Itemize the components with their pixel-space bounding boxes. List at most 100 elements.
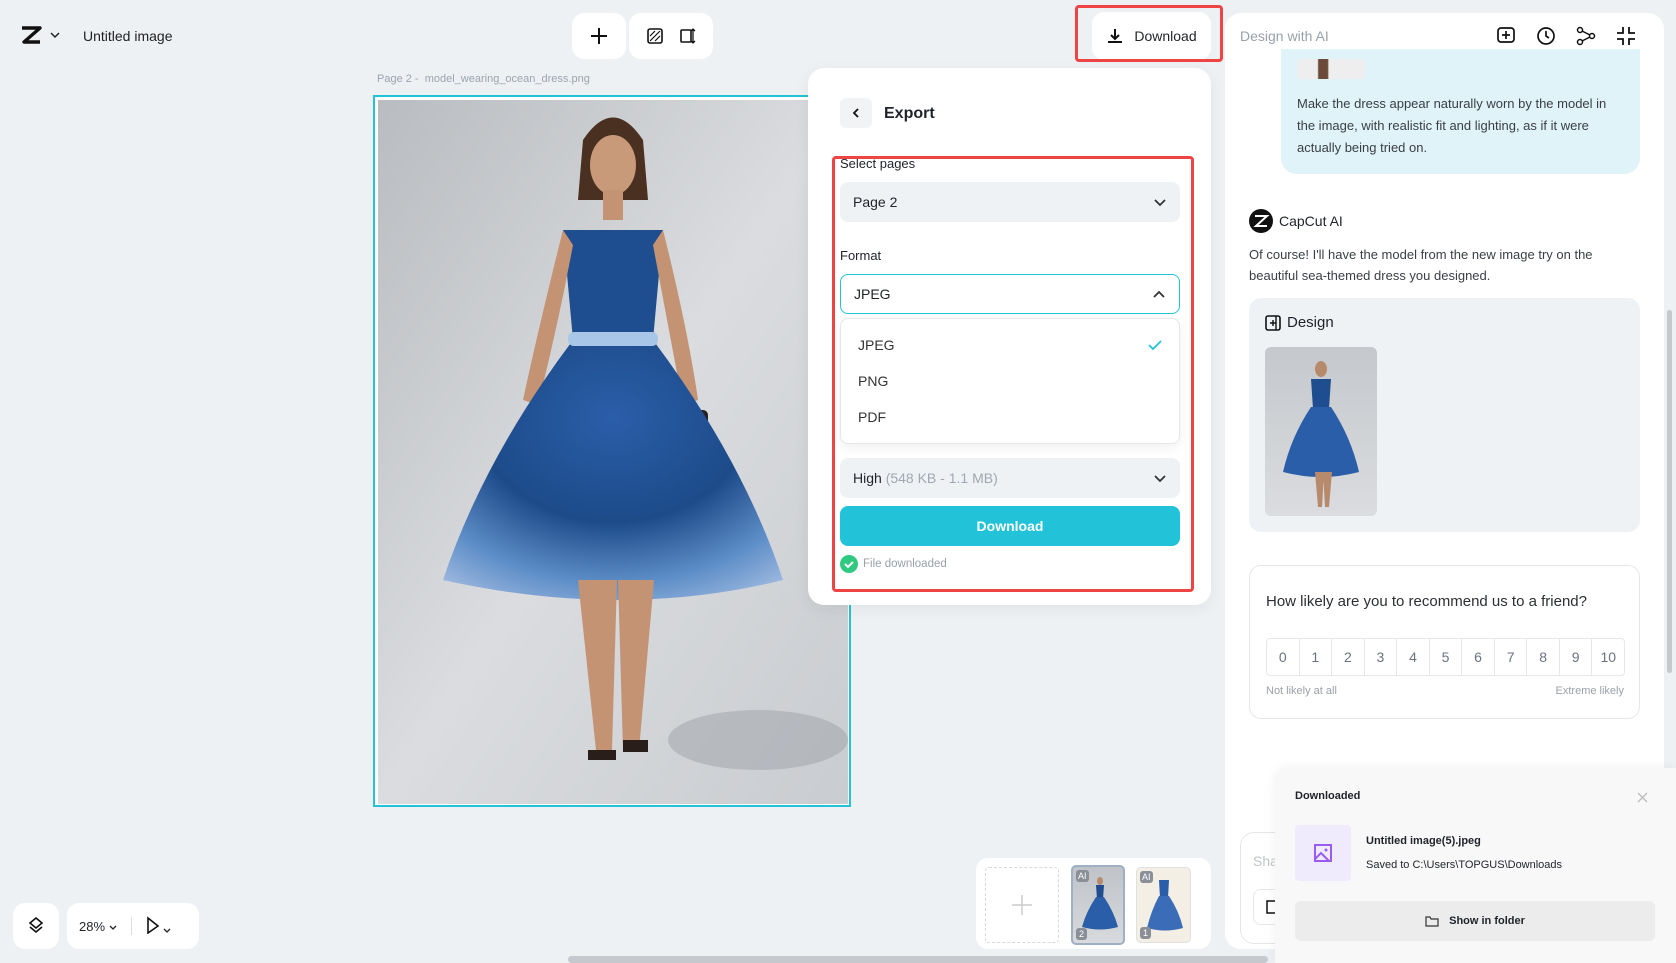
quality-value: High [853, 470, 882, 486]
close-icon[interactable] [1637, 792, 1648, 803]
rating-option-6[interactable]: 6 [1462, 639, 1495, 675]
rating-option-7[interactable]: 7 [1495, 639, 1528, 675]
quality-size: (548 KB - 1.1 MB) [886, 470, 998, 486]
show-in-folder-button[interactable]: Show in folder [1295, 901, 1655, 941]
file-image-icon [1295, 825, 1351, 881]
toast-file-name: Untitled image(5).jpeg [1366, 835, 1481, 847]
download-toast: Downloaded Untitled image(5).jpeg Saved … [1275, 768, 1676, 963]
capcut-avatar-icon [1249, 209, 1273, 233]
format-label: Format [840, 248, 881, 263]
select-pages-dropdown[interactable]: Page 2 [840, 182, 1180, 222]
document-title[interactable]: Untitled image [83, 28, 173, 44]
rating-option-10[interactable]: 10 [1592, 639, 1624, 675]
add-button[interactable] [572, 13, 626, 59]
divider [131, 917, 132, 935]
status-text: File downloaded [863, 558, 947, 570]
chevron-down-icon [1153, 198, 1167, 207]
toast-title: Downloaded [1295, 790, 1360, 802]
rating-option-0[interactable]: 0 [1267, 639, 1300, 675]
layers-button[interactable] [13, 903, 59, 949]
pointer-tool-dropdown[interactable] [146, 916, 172, 937]
history-icon[interactable] [1536, 26, 1556, 46]
page-number-badge: 1 [1140, 927, 1151, 939]
page-thumb-2[interactable]: AI 2 [1071, 865, 1125, 945]
page-number: Page 2 - [377, 73, 419, 85]
rating-low-label: Not likely at all [1266, 685, 1337, 697]
rating-option-8[interactable]: 8 [1527, 639, 1560, 675]
capcut-logo-icon [20, 26, 42, 44]
design-icon [1265, 315, 1281, 331]
zoom-dropdown[interactable]: 28% [79, 919, 117, 934]
chevron-up-icon [1152, 290, 1166, 299]
toast-saved-path: Saved to C:\Users\TOPGUS\Downloads [1366, 859, 1562, 871]
canvas-image[interactable] [373, 95, 851, 807]
zoom-controls: 28% [67, 903, 199, 949]
select-pages-value: Page 2 [853, 194, 897, 210]
plus-icon [590, 27, 608, 45]
new-chat-icon[interactable] [1496, 26, 1516, 46]
background-icon[interactable] [646, 27, 664, 45]
check-icon [1148, 340, 1162, 350]
add-page-button[interactable] [985, 867, 1059, 943]
attached-image-thumb [1297, 59, 1365, 79]
design-header: Design [1265, 314, 1334, 331]
rating-high-label: Extreme likely [1556, 685, 1624, 697]
format-option-jpeg[interactable]: JPEG [841, 327, 1179, 363]
ai-badge: AI [1076, 870, 1089, 882]
zoom-value: 28% [79, 919, 105, 934]
export-download-button[interactable]: Download [840, 506, 1180, 546]
format-option-pdf[interactable]: PDF [841, 399, 1179, 435]
option-label: PNG [858, 373, 888, 389]
canvas-tools [629, 13, 713, 59]
export-title: Export [884, 105, 935, 123]
plus-icon [1011, 894, 1033, 916]
page-thumb-1[interactable]: AI 1 [1136, 867, 1191, 943]
page-label: Page 2 - model_wearing_ocean_dress.png [377, 73, 590, 85]
option-label: PDF [858, 409, 886, 425]
success-check-icon [840, 555, 858, 573]
rating-option-4[interactable]: 4 [1397, 639, 1430, 675]
download-button[interactable]: Download [1092, 12, 1211, 60]
chevron-left-icon [851, 107, 861, 119]
rating-scale: 012345678910 [1266, 638, 1625, 676]
format-dropdown[interactable]: JPEG [840, 274, 1180, 314]
horizontal-scrollbar[interactable] [568, 956, 1268, 963]
ai-sender: CapCut AI [1249, 209, 1343, 233]
rating-option-5[interactable]: 5 [1430, 639, 1463, 675]
chevron-down-icon [109, 925, 117, 931]
rating-option-9[interactable]: 9 [1560, 639, 1593, 675]
collapse-icon[interactable] [1616, 26, 1636, 46]
cursor-icon [146, 916, 160, 934]
pages-strip: AI 2 AI 1 [976, 858, 1211, 949]
option-label: JPEG [858, 337, 895, 353]
chevron-down-icon [50, 31, 60, 39]
user-message-text: Make the dress appear naturally worn by … [1297, 96, 1606, 155]
folder-icon [1425, 915, 1439, 927]
design-thumbnail[interactable] [1265, 347, 1377, 516]
rating-option-1[interactable]: 1 [1300, 639, 1333, 675]
survey-question: How likely are you to recommend us to a … [1266, 593, 1587, 610]
layers-icon [28, 917, 44, 935]
app-menu[interactable] [20, 26, 60, 44]
design-thumbnail-image [1265, 347, 1377, 516]
share-icon[interactable] [1576, 26, 1596, 46]
ai-name: CapCut AI [1279, 213, 1343, 229]
vertical-scrollbar[interactable] [1667, 310, 1672, 673]
format-options-menu: JPEG PNG PDF [840, 318, 1180, 444]
format-value: JPEG [854, 286, 891, 302]
back-button[interactable] [840, 98, 872, 128]
select-pages-label: Select pages [840, 156, 915, 171]
show-in-folder-label: Show in folder [1449, 915, 1525, 927]
download-label: Download [1134, 28, 1196, 44]
rating-option-3[interactable]: 3 [1365, 639, 1398, 675]
ai-badge: AI [1140, 871, 1153, 883]
resize-icon[interactable] [678, 27, 696, 45]
user-message: Make the dress appear naturally worn by … [1281, 49, 1640, 174]
quality-dropdown[interactable]: High (548 KB - 1.1 MB) [840, 458, 1180, 498]
page-number-badge: 2 [1076, 928, 1087, 940]
panel-actions [1496, 26, 1636, 46]
format-option-png[interactable]: PNG [841, 363, 1179, 399]
file-name: model_wearing_ocean_dress.png [425, 73, 590, 85]
rating-option-2[interactable]: 2 [1332, 639, 1365, 675]
survey-card: How likely are you to recommend us to a … [1249, 565, 1640, 719]
